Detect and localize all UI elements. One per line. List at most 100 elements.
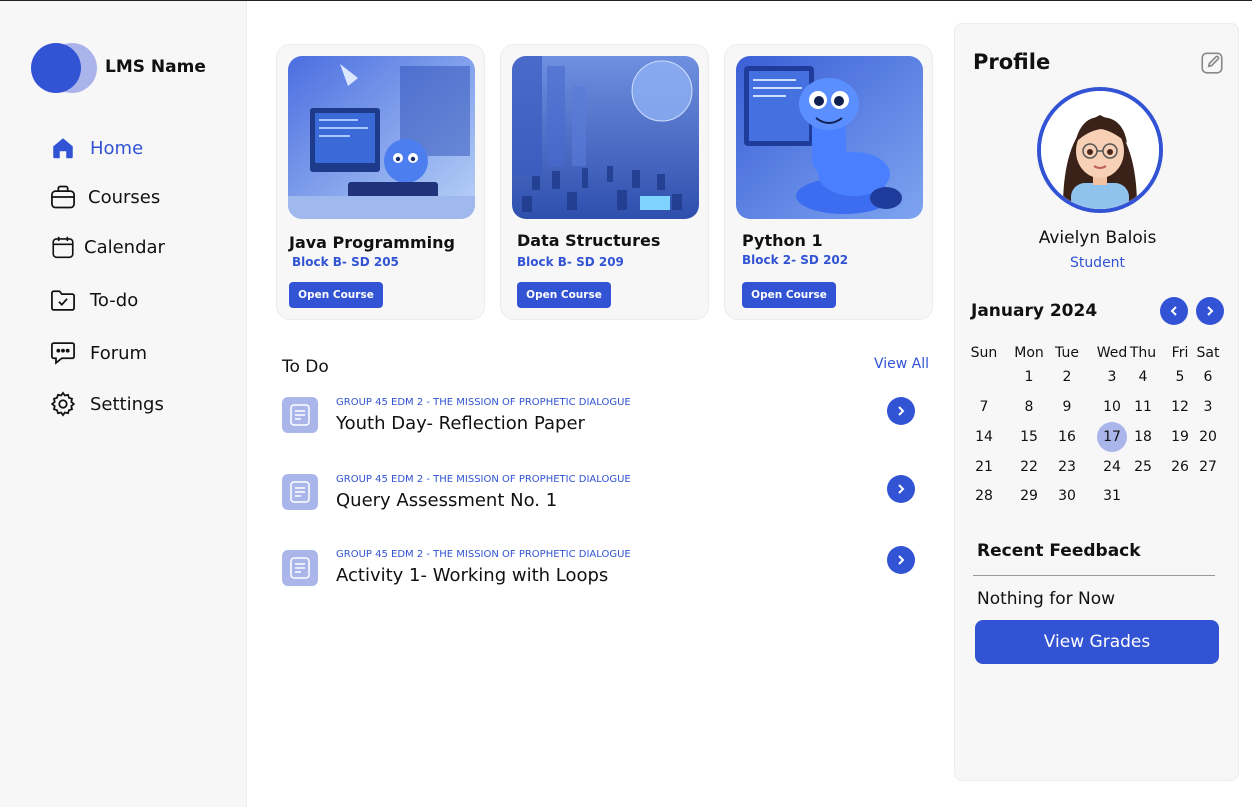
- calendar-day[interactable]: 3: [1193, 392, 1223, 422]
- divider: [973, 575, 1215, 576]
- folder-check-icon: [48, 285, 78, 315]
- view-all-link[interactable]: View All: [874, 356, 929, 372]
- feedback-empty-text: Nothing for Now: [977, 589, 1116, 609]
- calendar-day[interactable]: 7: [969, 392, 999, 422]
- gear-icon: [48, 389, 78, 419]
- calendar-day[interactable]: 22: [1014, 452, 1044, 482]
- todo-item[interactable]: GROUP 45 EDM 2 - THE MISSION OF PROPHETI…: [282, 546, 922, 599]
- calendar-day[interactable]: 26: [1165, 452, 1195, 482]
- course-block: Block 2- SD 202: [742, 253, 849, 267]
- chevron-right-icon[interactable]: [887, 475, 915, 503]
- course-thumbnail-python: [736, 56, 923, 219]
- todo-group: GROUP 45 EDM 2 - THE MISSION OF PROPHETI…: [336, 474, 631, 485]
- chevron-right-icon[interactable]: [887, 397, 915, 425]
- todo-section-title: To Do: [282, 357, 329, 377]
- app-name: LMS Name: [105, 57, 206, 77]
- open-course-button[interactable]: Open Course: [517, 282, 611, 308]
- calendar-weekday: Mon: [1014, 345, 1044, 361]
- sidebar-item-calendar[interactable]: Calendar: [48, 232, 165, 262]
- profile-name: Avielyn Balois: [1038, 228, 1157, 248]
- calendar-day[interactable]: 15: [1014, 422, 1044, 452]
- profile-role: Student: [1069, 255, 1126, 271]
- sidebar: LMS Name Home Courses Calendar To-do For…: [0, 1, 247, 807]
- course-block: Block B- SD 205: [292, 255, 399, 269]
- chevron-right-icon[interactable]: [887, 546, 915, 574]
- view-grades-button[interactable]: View Grades: [975, 620, 1219, 664]
- home-icon: [48, 133, 78, 163]
- sidebar-item-todo[interactable]: To-do: [48, 285, 138, 315]
- sidebar-item-label: Settings: [90, 393, 164, 415]
- todo-name: Activity 1- Working with Loops: [336, 565, 609, 586]
- calendar-day[interactable]: 8: [1014, 392, 1044, 422]
- calendar-day[interactable]: 17: [1097, 422, 1127, 452]
- calendar-day[interactable]: 18: [1128, 422, 1158, 452]
- course-block: Block B- SD 209: [517, 255, 624, 269]
- sidebar-item-label: Calendar: [84, 236, 165, 258]
- open-course-button[interactable]: Open Course: [289, 282, 383, 308]
- calendar-day[interactable]: 6: [1193, 362, 1223, 392]
- open-course-button[interactable]: Open Course: [742, 282, 836, 308]
- todo-name: Query Assessment No. 1: [336, 490, 558, 511]
- calendar-weekday: Tue: [1055, 345, 1079, 361]
- calendar-day[interactable]: 1: [1014, 362, 1044, 392]
- todo-group: GROUP 45 EDM 2 - THE MISSION OF PROPHETI…: [336, 549, 631, 560]
- calendar-day[interactable]: 31: [1097, 481, 1127, 511]
- calendar-day[interactable]: 5: [1165, 362, 1195, 392]
- app-logo[interactable]: LMS Name: [31, 43, 231, 93]
- calendar-day[interactable]: 10: [1097, 392, 1127, 422]
- chat-bubble-icon: [48, 338, 78, 368]
- calendar-day[interactable]: 30: [1052, 481, 1082, 511]
- logo-circle-dark: [31, 43, 81, 93]
- course-card-python[interactable]: Python 1 Block 2- SD 202 Open Course: [724, 44, 933, 320]
- course-card-data-structures[interactable]: Data Structures Block B- SD 209 Open Cou…: [500, 44, 709, 320]
- todo-group: GROUP 45 EDM 2 - THE MISSION OF PROPHETI…: [336, 397, 631, 408]
- calendar-day[interactable]: 16: [1052, 422, 1082, 452]
- edit-icon[interactable]: [1199, 50, 1225, 76]
- calendar-day[interactable]: 27: [1193, 452, 1223, 482]
- calendar-day[interactable]: 25: [1128, 452, 1158, 482]
- calendar-day[interactable]: 3: [1097, 362, 1127, 392]
- calendar-day[interactable]: 23: [1052, 452, 1082, 482]
- todo-item[interactable]: GROUP 45 EDM 2 - THE MISSION OF PROPHETI…: [282, 474, 922, 524]
- document-icon: [282, 397, 318, 433]
- sidebar-item-label: Courses: [88, 186, 161, 208]
- recent-feedback-title: Recent Feedback: [977, 541, 1141, 561]
- calendar-icon: [48, 232, 78, 262]
- course-title: Java Programming: [289, 233, 455, 252]
- sidebar-item-courses[interactable]: Courses: [48, 182, 160, 212]
- calendar-weekday: Sun: [970, 345, 998, 361]
- sidebar-item-settings[interactable]: Settings: [48, 389, 164, 419]
- todo-name: Youth Day- Reflection Paper: [336, 413, 585, 434]
- calendar-day[interactable]: 24: [1097, 452, 1127, 482]
- calendar-day[interactable]: 21: [969, 452, 999, 482]
- calendar-day[interactable]: 9: [1052, 392, 1082, 422]
- calendar-day[interactable]: 14: [969, 422, 999, 452]
- calendar-day[interactable]: 19: [1165, 422, 1195, 452]
- course-thumbnail-data-structures: [512, 56, 699, 219]
- course-title: Data Structures: [517, 231, 661, 250]
- avatar[interactable]: [1037, 87, 1163, 213]
- calendar-day[interactable]: 4: [1128, 362, 1158, 392]
- course-title: Python 1: [742, 231, 823, 250]
- document-icon: [282, 474, 318, 510]
- calendar-day[interactable]: 29: [1014, 481, 1044, 511]
- calendar-day[interactable]: 28: [969, 481, 999, 511]
- todo-item[interactable]: GROUP 45 EDM 2 - THE MISSION OF PROPHETI…: [282, 397, 922, 447]
- calendar-weekday: Thu: [1129, 345, 1157, 361]
- calendar-month: January 2024: [971, 301, 1098, 321]
- calendar-day[interactable]: 11: [1128, 392, 1158, 422]
- calendar-day[interactable]: 2: [1052, 362, 1082, 392]
- calendar-weekday: Sat: [1196, 345, 1220, 361]
- chevron-right-icon[interactable]: [1196, 297, 1224, 325]
- calendar-day[interactable]: 20: [1193, 422, 1223, 452]
- sidebar-item-forum[interactable]: Forum: [48, 338, 147, 368]
- sidebar-item-label: To-do: [90, 289, 139, 311]
- sidebar-item-home[interactable]: Home: [48, 133, 143, 163]
- course-thumbnail-java: [288, 56, 475, 219]
- profile-panel: Profile Avielyn Balois Student January 2…: [954, 23, 1239, 781]
- sidebar-item-label: Home: [90, 137, 144, 159]
- sidebar-item-label: Forum: [90, 342, 148, 364]
- chevron-left-icon[interactable]: [1160, 297, 1188, 325]
- course-card-java[interactable]: Java Programming Block B- SD 205 Open Co…: [276, 44, 485, 320]
- calendar-day[interactable]: 12: [1165, 392, 1195, 422]
